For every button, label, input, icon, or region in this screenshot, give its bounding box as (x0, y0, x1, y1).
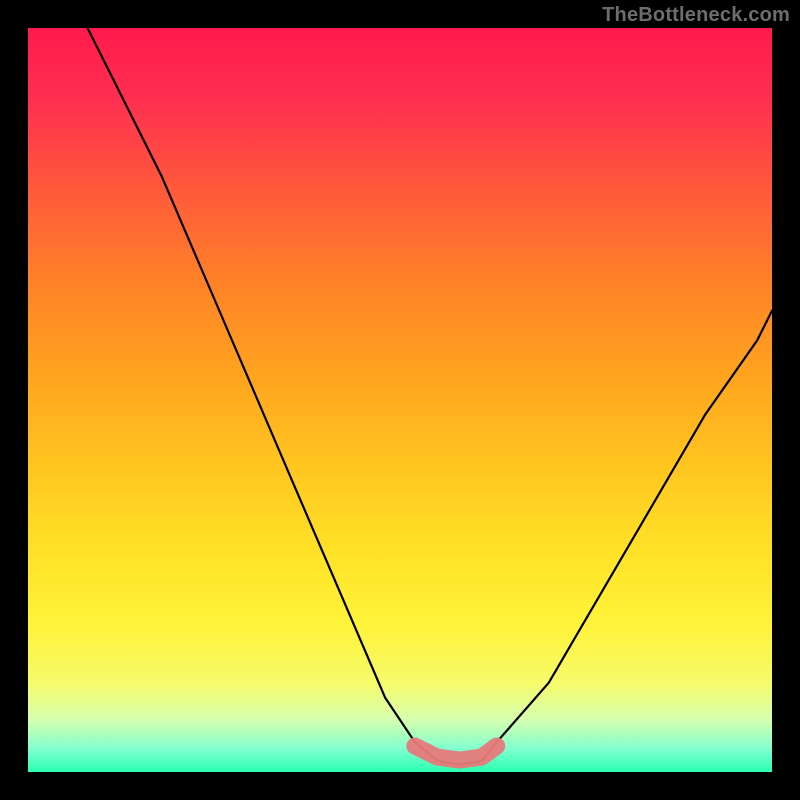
curve-line (88, 28, 773, 765)
chart-frame: TheBottleneck.com (0, 0, 800, 800)
plot-area (28, 28, 772, 772)
chart-svg (28, 28, 772, 772)
highlight-band (415, 746, 497, 760)
watermark-text: TheBottleneck.com (602, 4, 790, 27)
